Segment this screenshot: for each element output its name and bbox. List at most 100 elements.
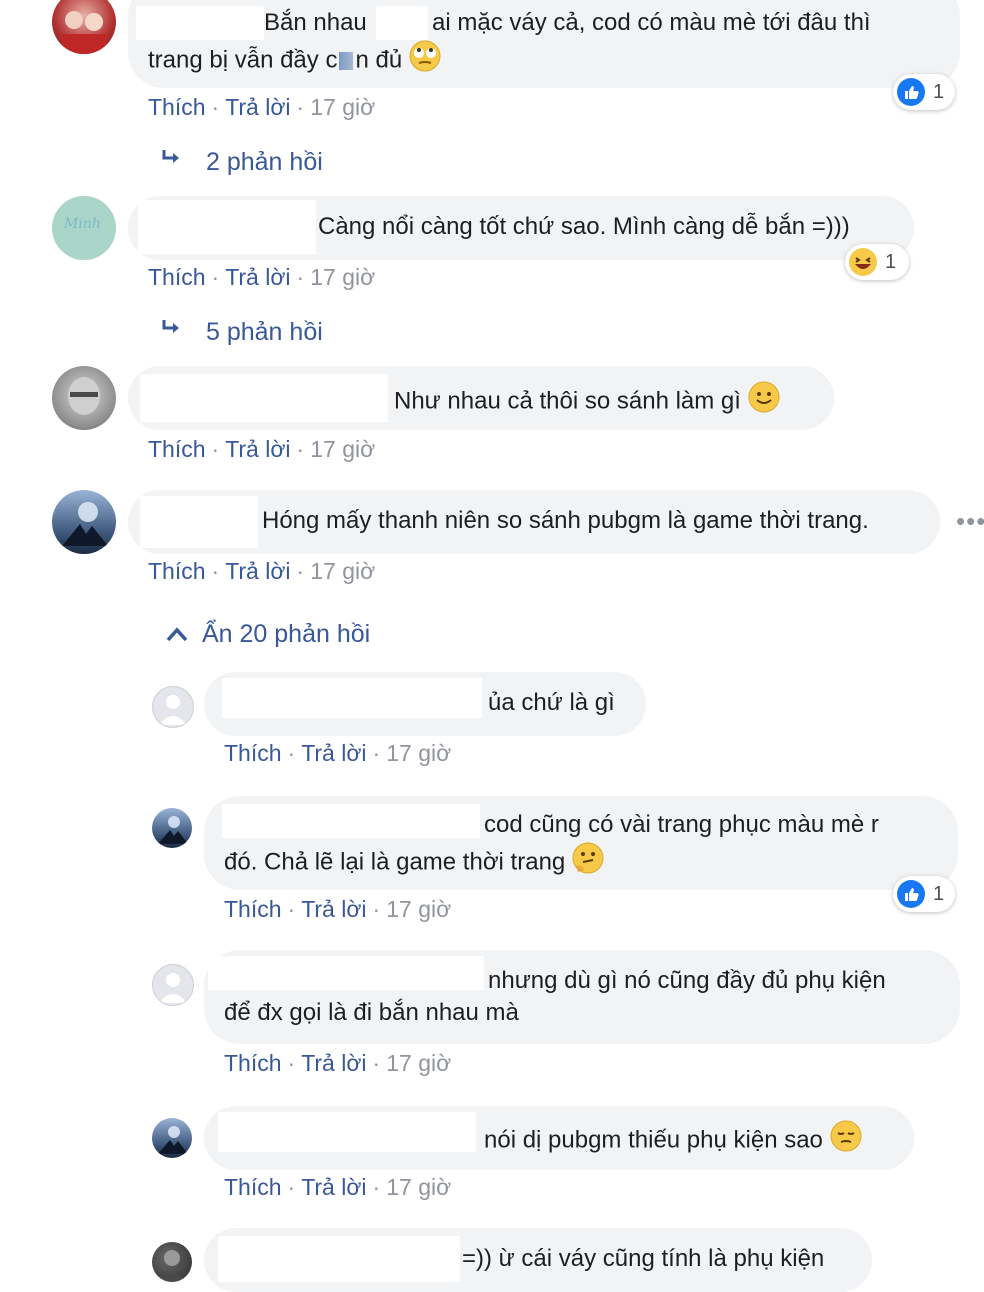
reply-link[interactable]: Trả lời [225,94,290,120]
separator: · [287,1050,296,1076]
timestamp[interactable]: 17 giờ [310,436,375,462]
censor-block [339,52,354,70]
like-link[interactable]: Thích [224,1050,282,1076]
like-link[interactable]: Thích [224,896,282,922]
like-link[interactable]: Thích [148,558,206,584]
comment-text: Như nhau cả thôi so sánh làm gì [394,387,741,415]
chevron-up-icon [166,620,190,649]
reply-link[interactable]: Trả lời [225,558,290,584]
reaction-badge[interactable]: 1 [893,74,955,110]
comment-text: n đủ [355,46,403,74]
commenter-avatar[interactable] [52,366,116,430]
comment-actions: Thích · Trả lời · 17 giờ [148,94,375,121]
timestamp[interactable]: 17 giờ [386,1174,451,1200]
like-icon [897,880,925,908]
commenter-avatar[interactable]: Minh [52,196,116,260]
replier-avatar[interactable] [152,1242,192,1282]
smile-emoji [748,381,780,423]
redacted-name [218,1112,476,1152]
like-link[interactable]: Thích [148,264,206,290]
separator: · [287,740,296,766]
timestamp[interactable]: 17 giờ [386,740,451,766]
reply-actions: Thích · Trả lời · 17 giờ [224,896,451,923]
comment-text: Bắn nhau [264,9,367,36]
separator: · [372,896,381,922]
like-link[interactable]: Thích [224,740,282,766]
pensive-emoji [830,1120,862,1162]
reply-text-row: đó. Chả lẽ lại là game thời trang [224,842,604,884]
rolling-eyes-emoji [409,40,441,82]
view-replies-button[interactable]: 2 phản hồi [160,146,323,177]
timestamp[interactable]: 17 giờ [310,94,375,120]
replies-count-label: 5 phản hồi [206,318,323,346]
separator: · [287,1174,296,1200]
more-options-icon[interactable]: ••• [956,506,984,537]
separator: · [211,264,220,290]
reply-text: nói dị pubgm thiếu phụ kiện sao [484,1126,823,1154]
replier-avatar[interactable] [152,808,192,848]
reply-link[interactable]: Trả lời [301,1050,366,1076]
like-link[interactable]: Thích [224,1174,282,1200]
comment-text-line2: trang bị vẫn đầy c n đủ [148,40,441,82]
comment-actions: Thích · Trả lời · 17 giờ [148,264,375,291]
reply-text: đó. Chả lẽ lại là game thời trang [224,848,566,876]
separator: · [211,94,220,120]
separator: · [211,436,220,462]
reply-actions: Thích · Trả lời · 17 giờ [224,1050,451,1077]
separator: · [211,558,220,584]
comment-text: Càng nổi càng tốt chứ sao. Mình càng dễ … [318,213,850,240]
avatar-text: Minh [64,216,101,232]
like-link[interactable]: Thích [148,436,206,462]
comment-actions: Thích · Trả lời · 17 giờ [148,558,375,585]
reply-link[interactable]: Trả lời [301,1174,366,1200]
replier-avatar[interactable] [152,1118,192,1158]
comment-text: ai mặc váy cả, cod có màu mè tới đâu thì [432,9,871,36]
reaction-badge[interactable]: 1 [845,244,909,280]
redacted-name [140,374,388,422]
comment-text: trang bị vẫn đầy c [148,46,338,74]
separator: · [372,1174,381,1200]
reply-link[interactable]: Trả lời [301,740,366,766]
comment-actions: Thích · Trả lời · 17 giờ [148,436,375,463]
redacted-name [222,678,482,718]
thinking-emoji [572,842,604,884]
reply-text-row: nói dị pubgm thiếu phụ kiện sao [484,1120,862,1162]
commenter-avatar[interactable] [52,490,116,554]
redacted-name [140,496,258,548]
reaction-badge[interactable]: 1 [893,876,955,912]
redacted-name [218,1236,460,1282]
laugh-icon [849,248,877,276]
timestamp[interactable]: 17 giờ [310,264,375,290]
reaction-count: 1 [933,882,945,905]
redacted-name [136,6,264,40]
hide-replies-button[interactable]: Ẩn 20 phản hồi [166,620,370,649]
replies-count-label: 2 phản hồi [206,148,323,176]
reaction-count: 1 [933,80,945,103]
like-icon [897,78,925,106]
reply-link[interactable]: Trả lời [225,264,290,290]
like-link[interactable]: Thích [148,94,206,120]
reply-text: cod cũng có vài trang phục màu mè r [484,811,879,838]
timestamp[interactable]: 17 giờ [386,1050,451,1076]
reply-text: để đx gọi là đi bắn nhau mà [224,999,519,1026]
reply-link[interactable]: Trả lời [301,896,366,922]
timestamp[interactable]: 17 giờ [386,896,451,922]
reaction-count: 1 [885,250,897,273]
separator: · [296,264,305,290]
reply-text: ủa chứ là gì [488,689,615,716]
view-replies-button[interactable]: 5 phản hồi [160,316,323,347]
reply-text: nhưng dù gì nó cũng đầy đủ phụ kiện [488,967,886,994]
default-avatar[interactable] [152,964,194,1006]
reply-link[interactable]: Trả lời [225,436,290,462]
reply-arrow-icon [160,316,186,347]
separator: · [372,1050,381,1076]
commenter-avatar[interactable] [52,0,116,54]
redacted-name [222,804,480,838]
separator: · [296,436,305,462]
reply-actions: Thích · Trả lời · 17 giờ [224,1174,451,1201]
default-avatar[interactable] [152,686,194,728]
timestamp[interactable]: 17 giờ [310,558,375,584]
separator: · [296,558,305,584]
redacted-name [376,6,428,40]
reply-text: =)) ừ cái váy cũng tính là phụ kiện [462,1245,825,1272]
